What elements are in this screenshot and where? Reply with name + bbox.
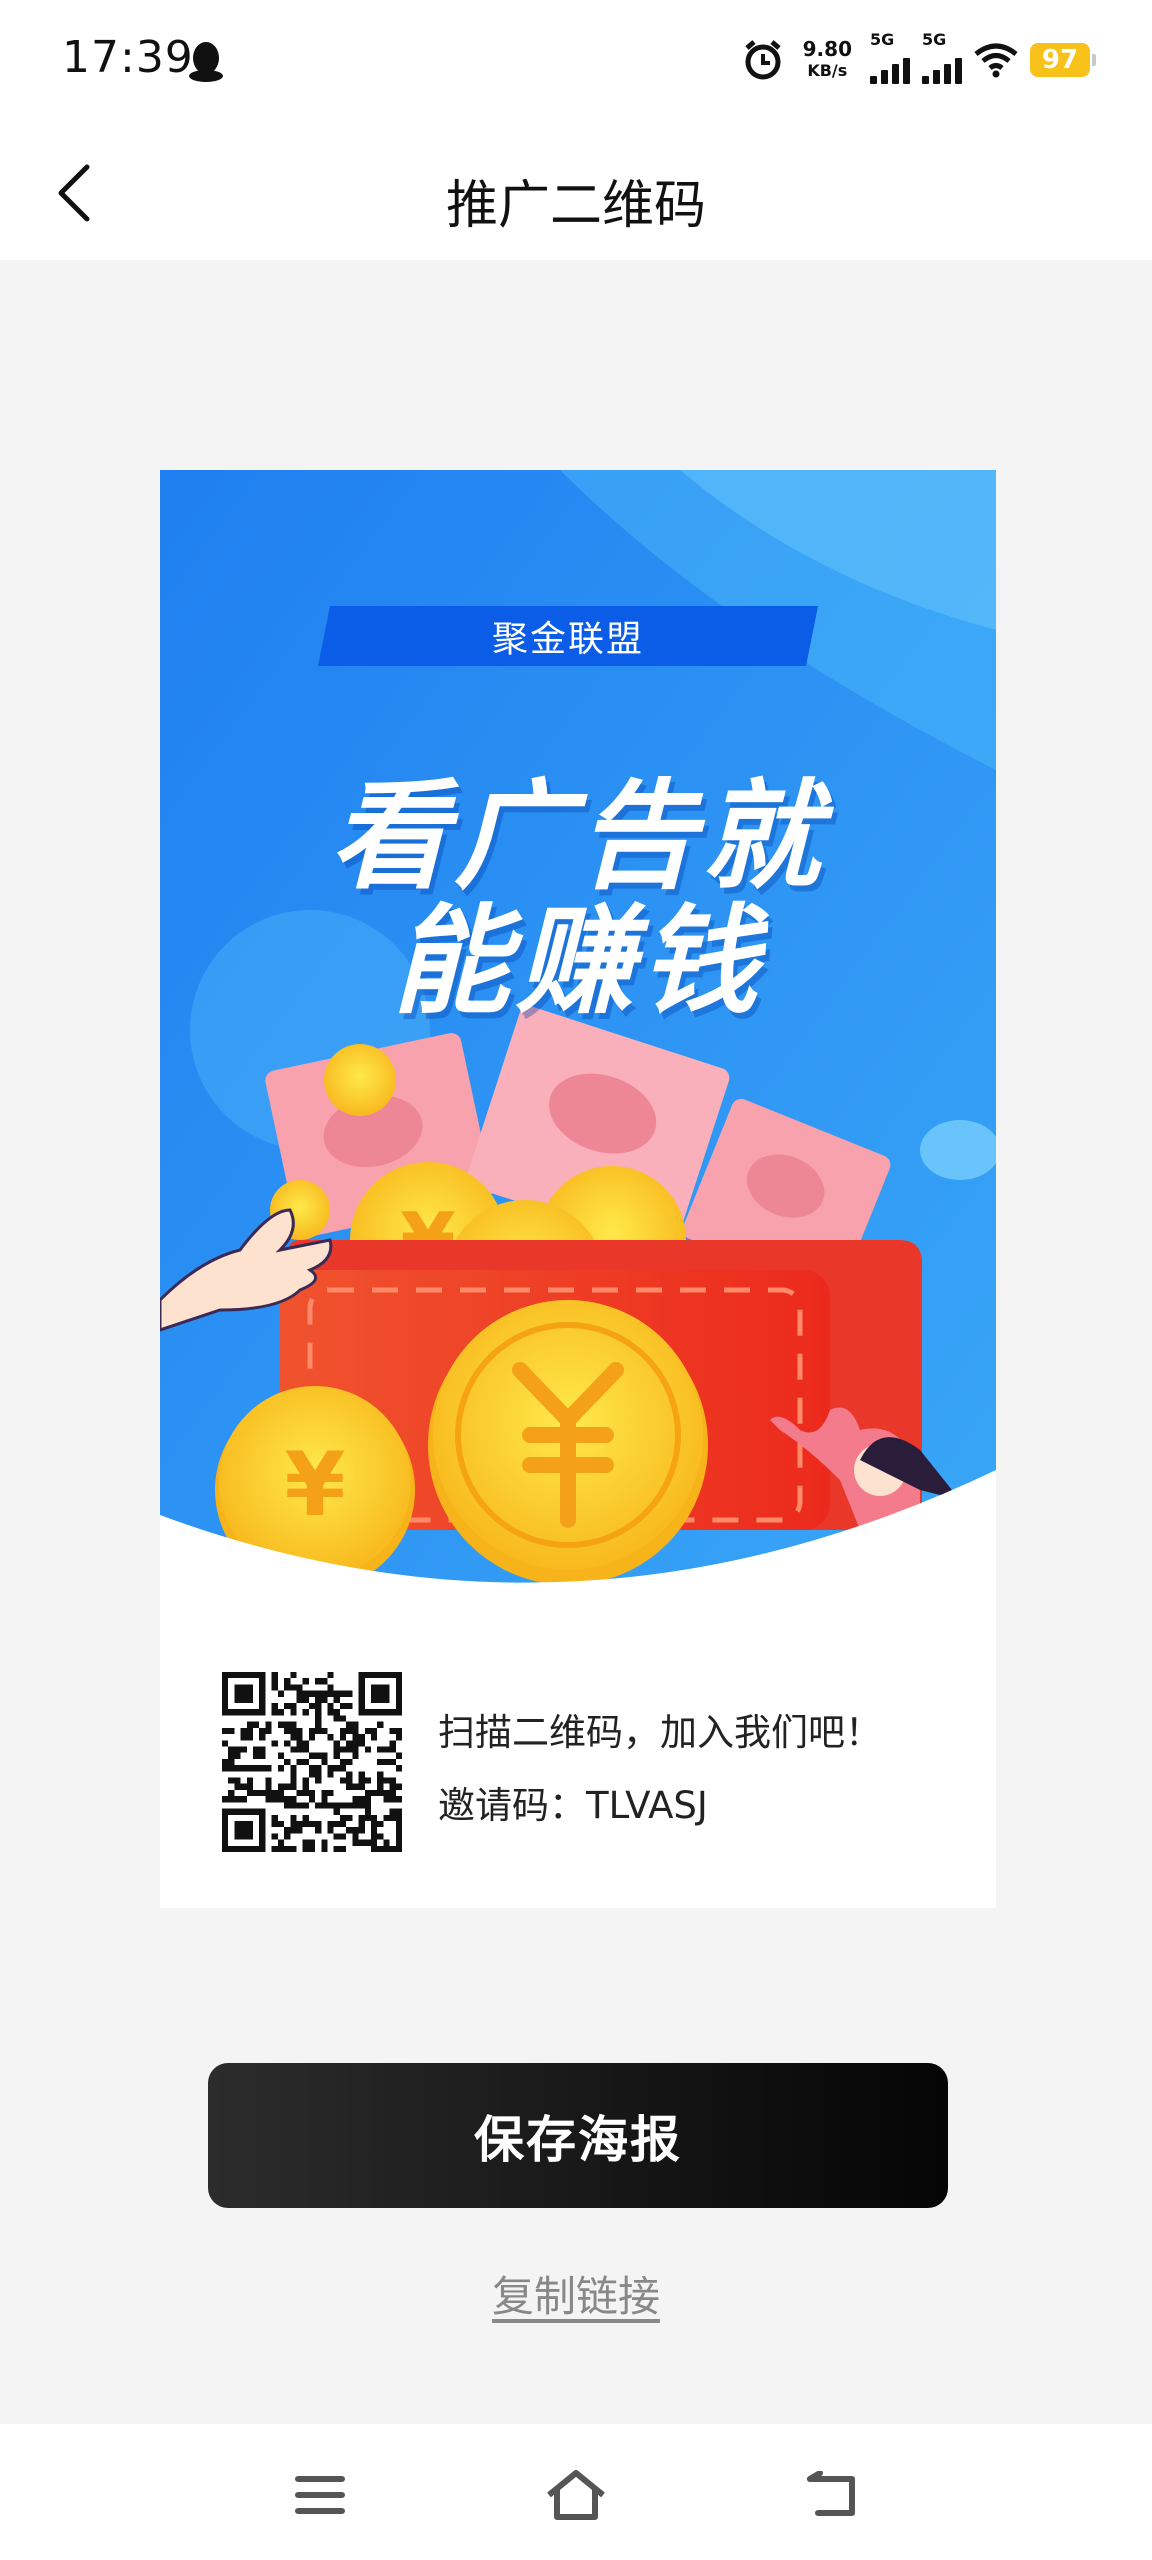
back-system-button[interactable] xyxy=(797,2460,867,2530)
svg-text:¥: ¥ xyxy=(284,1433,345,1536)
status-bar: 17:39 9.80 KB/s 5G 5G 97 xyxy=(0,0,1152,125)
signal-icon: 5G xyxy=(922,30,962,84)
poster-headline-line2: 能赚钱 xyxy=(391,892,764,1030)
scan-instruction: 扫描二维码，加入我们吧！ xyxy=(438,1711,882,1754)
home-icon xyxy=(547,2470,605,2520)
net-speed: 9.80 KB/s xyxy=(803,39,852,81)
system-nav-bar xyxy=(0,2424,1152,2560)
net-speed-unit: KB/s xyxy=(807,61,848,80)
invite-code: 邀请码：TLVASJ xyxy=(438,1784,708,1827)
qq-icon xyxy=(189,42,223,82)
home-button[interactable] xyxy=(541,2460,611,2530)
qr-code xyxy=(222,1672,402,1852)
battery-icon: 97 xyxy=(1030,43,1096,77)
promo-poster[interactable]: ¥ ¥ ¥ 聚金联盟 看广告就 能赚钱 扫描二维码，加入我们吧！ 邀请码：TLV… xyxy=(160,470,996,1908)
save-poster-button[interactable]: 保存海报 xyxy=(208,2063,948,2208)
nav-bar: 推广二维码 xyxy=(0,125,1152,260)
signal-icon: 5G xyxy=(870,30,910,84)
menu-icon xyxy=(295,2476,345,2514)
menu-button[interactable] xyxy=(285,2460,355,2530)
page-title: 推广二维码 xyxy=(445,176,706,236)
back-arrow-icon xyxy=(807,2471,855,2516)
wifi-icon xyxy=(974,43,1018,78)
status-time: 17:39 xyxy=(62,32,194,83)
alarm-icon xyxy=(745,40,781,80)
poster-badge-text: 聚金联盟 xyxy=(491,619,644,660)
net-speed-value: 9.80 xyxy=(802,37,852,61)
battery-level: 97 xyxy=(1041,45,1079,75)
copy-link-button[interactable]: 复制链接 xyxy=(0,2263,1152,2324)
